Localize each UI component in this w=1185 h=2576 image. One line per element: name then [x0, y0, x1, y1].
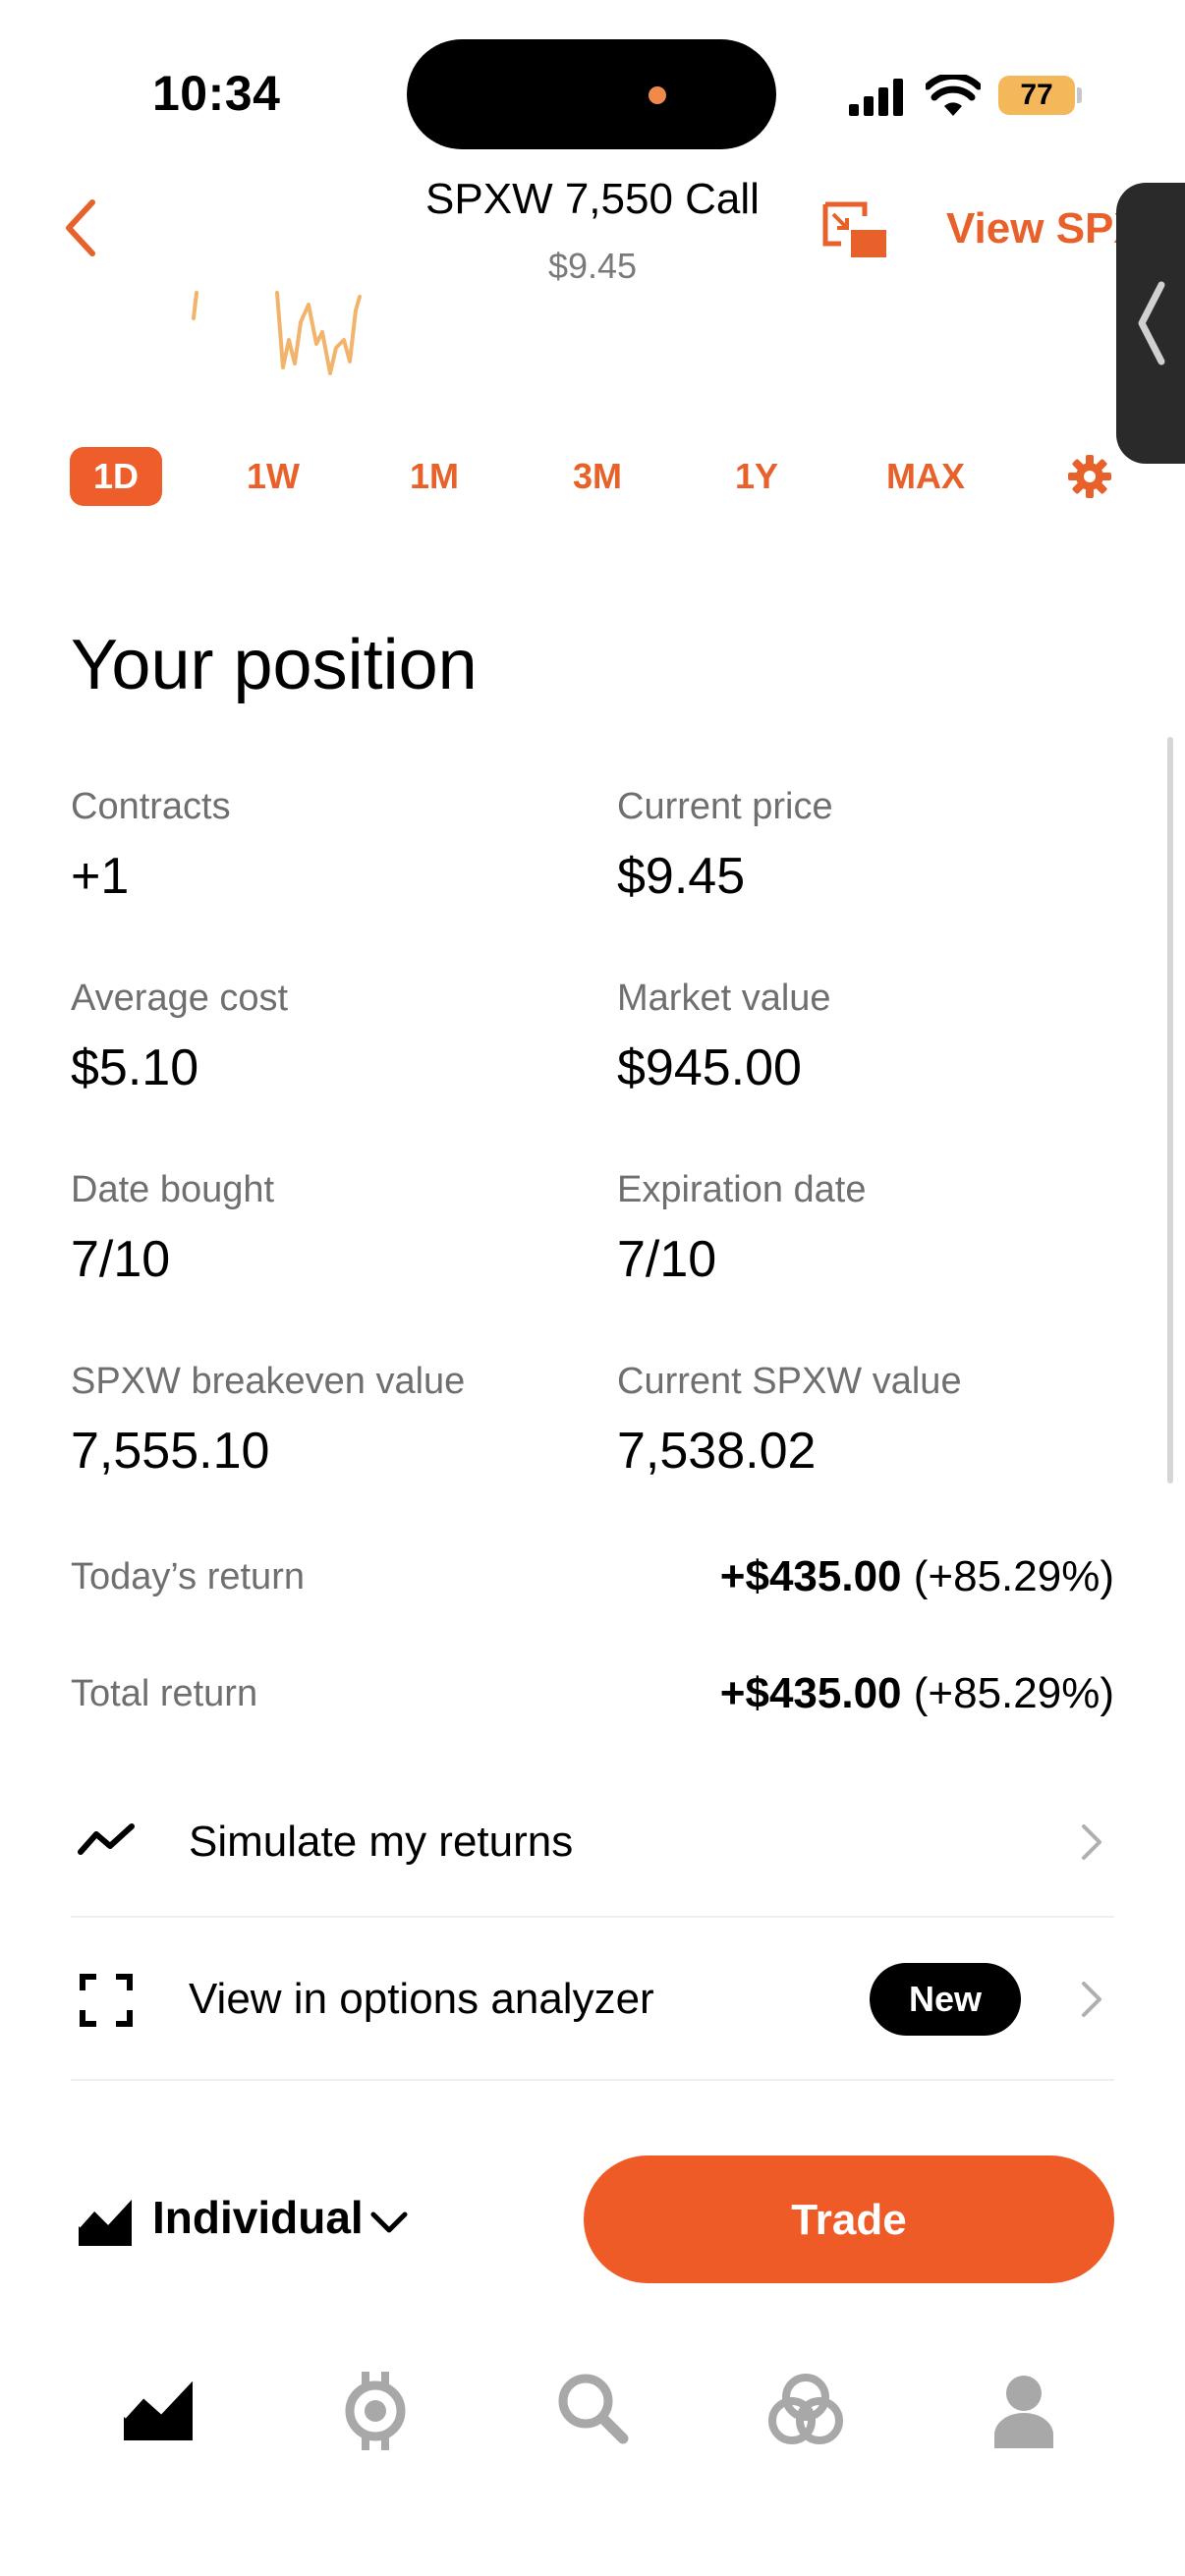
average-cost-label: Average cost — [71, 978, 289, 1019]
market-value-value: $945.00 — [617, 1039, 802, 1096]
recording-indicator-icon — [649, 86, 666, 104]
side-panel-handle[interactable] — [1116, 183, 1185, 464]
breakeven-label: SPXW breakeven value — [71, 1361, 466, 1402]
price-chart-fragment — [192, 291, 362, 375]
new-badge: New — [870, 1963, 1021, 2036]
range-tab-3m[interactable]: 3M — [550, 447, 645, 506]
todays-return-value: +$435.00 (+85.29%) — [720, 1552, 1114, 1601]
expiration-date-label: Expiration date — [617, 1169, 867, 1210]
trend-line-icon — [78, 1823, 135, 1855]
market-value-label: Market value — [617, 978, 831, 1019]
current-underlying-label: Current SPXW value — [617, 1361, 962, 1402]
chevron-right-icon — [1082, 1982, 1101, 2017]
tab-networks-icon[interactable] — [768, 2372, 843, 2448]
options-analyzer-label: View in options analyzer — [189, 1975, 654, 2023]
simulate-returns-row[interactable]: Simulate my returns — [71, 1768, 1114, 1916]
current-underlying-value: 7,538.02 — [617, 1423, 817, 1480]
cellular-signal-icon — [849, 79, 903, 116]
todays-return-amount: +$435.00 — [719, 1552, 902, 1600]
current-price-value: $9.45 — [617, 848, 746, 905]
picture-in-picture-icon[interactable] — [821, 200, 890, 261]
dynamic-island — [407, 39, 776, 149]
tab-search-icon[interactable] — [556, 2372, 629, 2446]
account-selector[interactable]: Individual — [152, 2191, 364, 2244]
expiration-date-value: 7/10 — [617, 1231, 717, 1288]
trade-button[interactable]: Trade — [584, 2156, 1114, 2283]
view-underlying-link[interactable]: View SPX — [946, 204, 1143, 253]
account-chart-icon[interactable] — [77, 2193, 134, 2248]
contracts-label: Contracts — [71, 786, 231, 827]
position-section-title: Your position — [71, 626, 478, 704]
todays-return-percent: (+85.29%) — [913, 1552, 1114, 1600]
chevron-down-icon[interactable] — [369, 2209, 409, 2236]
status-time: 10:34 — [152, 66, 281, 121]
todays-return-label: Today’s return — [71, 1556, 305, 1597]
breakeven-value: 7,555.10 — [71, 1423, 270, 1480]
battery-tip — [1077, 87, 1082, 103]
current-price-label: Current price — [617, 786, 833, 827]
contracts-value: +1 — [71, 848, 130, 905]
range-tab-1m[interactable]: 1M — [387, 447, 481, 506]
range-tab-max[interactable]: MAX — [865, 447, 987, 506]
wifi-icon — [926, 75, 981, 116]
scan-frame-icon — [80, 1974, 133, 2027]
tab-account-icon[interactable] — [992, 2374, 1055, 2448]
range-tab-1w[interactable]: 1W — [226, 447, 320, 506]
chevron-right-icon — [1082, 1824, 1101, 1860]
scrollbar[interactable] — [1167, 737, 1173, 1484]
battery-icon: 77 — [998, 76, 1075, 115]
simulate-returns-label: Simulate my returns — [189, 1818, 574, 1866]
chevron-left-icon — [1138, 281, 1165, 365]
average-cost-value: $5.10 — [71, 1039, 199, 1096]
total-return-percent: (+85.29%) — [913, 1669, 1114, 1717]
tab-investing-icon[interactable] — [122, 2376, 195, 2442]
total-return-amount: +$435.00 — [719, 1669, 902, 1717]
date-bought-value: 7/10 — [71, 1231, 171, 1288]
total-return-label: Total return — [71, 1673, 258, 1714]
chart-settings-gear-icon[interactable] — [1067, 454, 1112, 499]
total-return-value: +$435.00 (+85.29%) — [720, 1669, 1114, 1718]
date-bought-label: Date bought — [71, 1169, 275, 1210]
divider — [71, 2079, 1114, 2081]
range-tab-1y[interactable]: 1Y — [709, 447, 804, 506]
tab-crypto-icon[interactable] — [340, 2372, 411, 2450]
divider — [71, 1916, 1114, 1918]
range-tab-1d[interactable]: 1D — [70, 447, 162, 506]
